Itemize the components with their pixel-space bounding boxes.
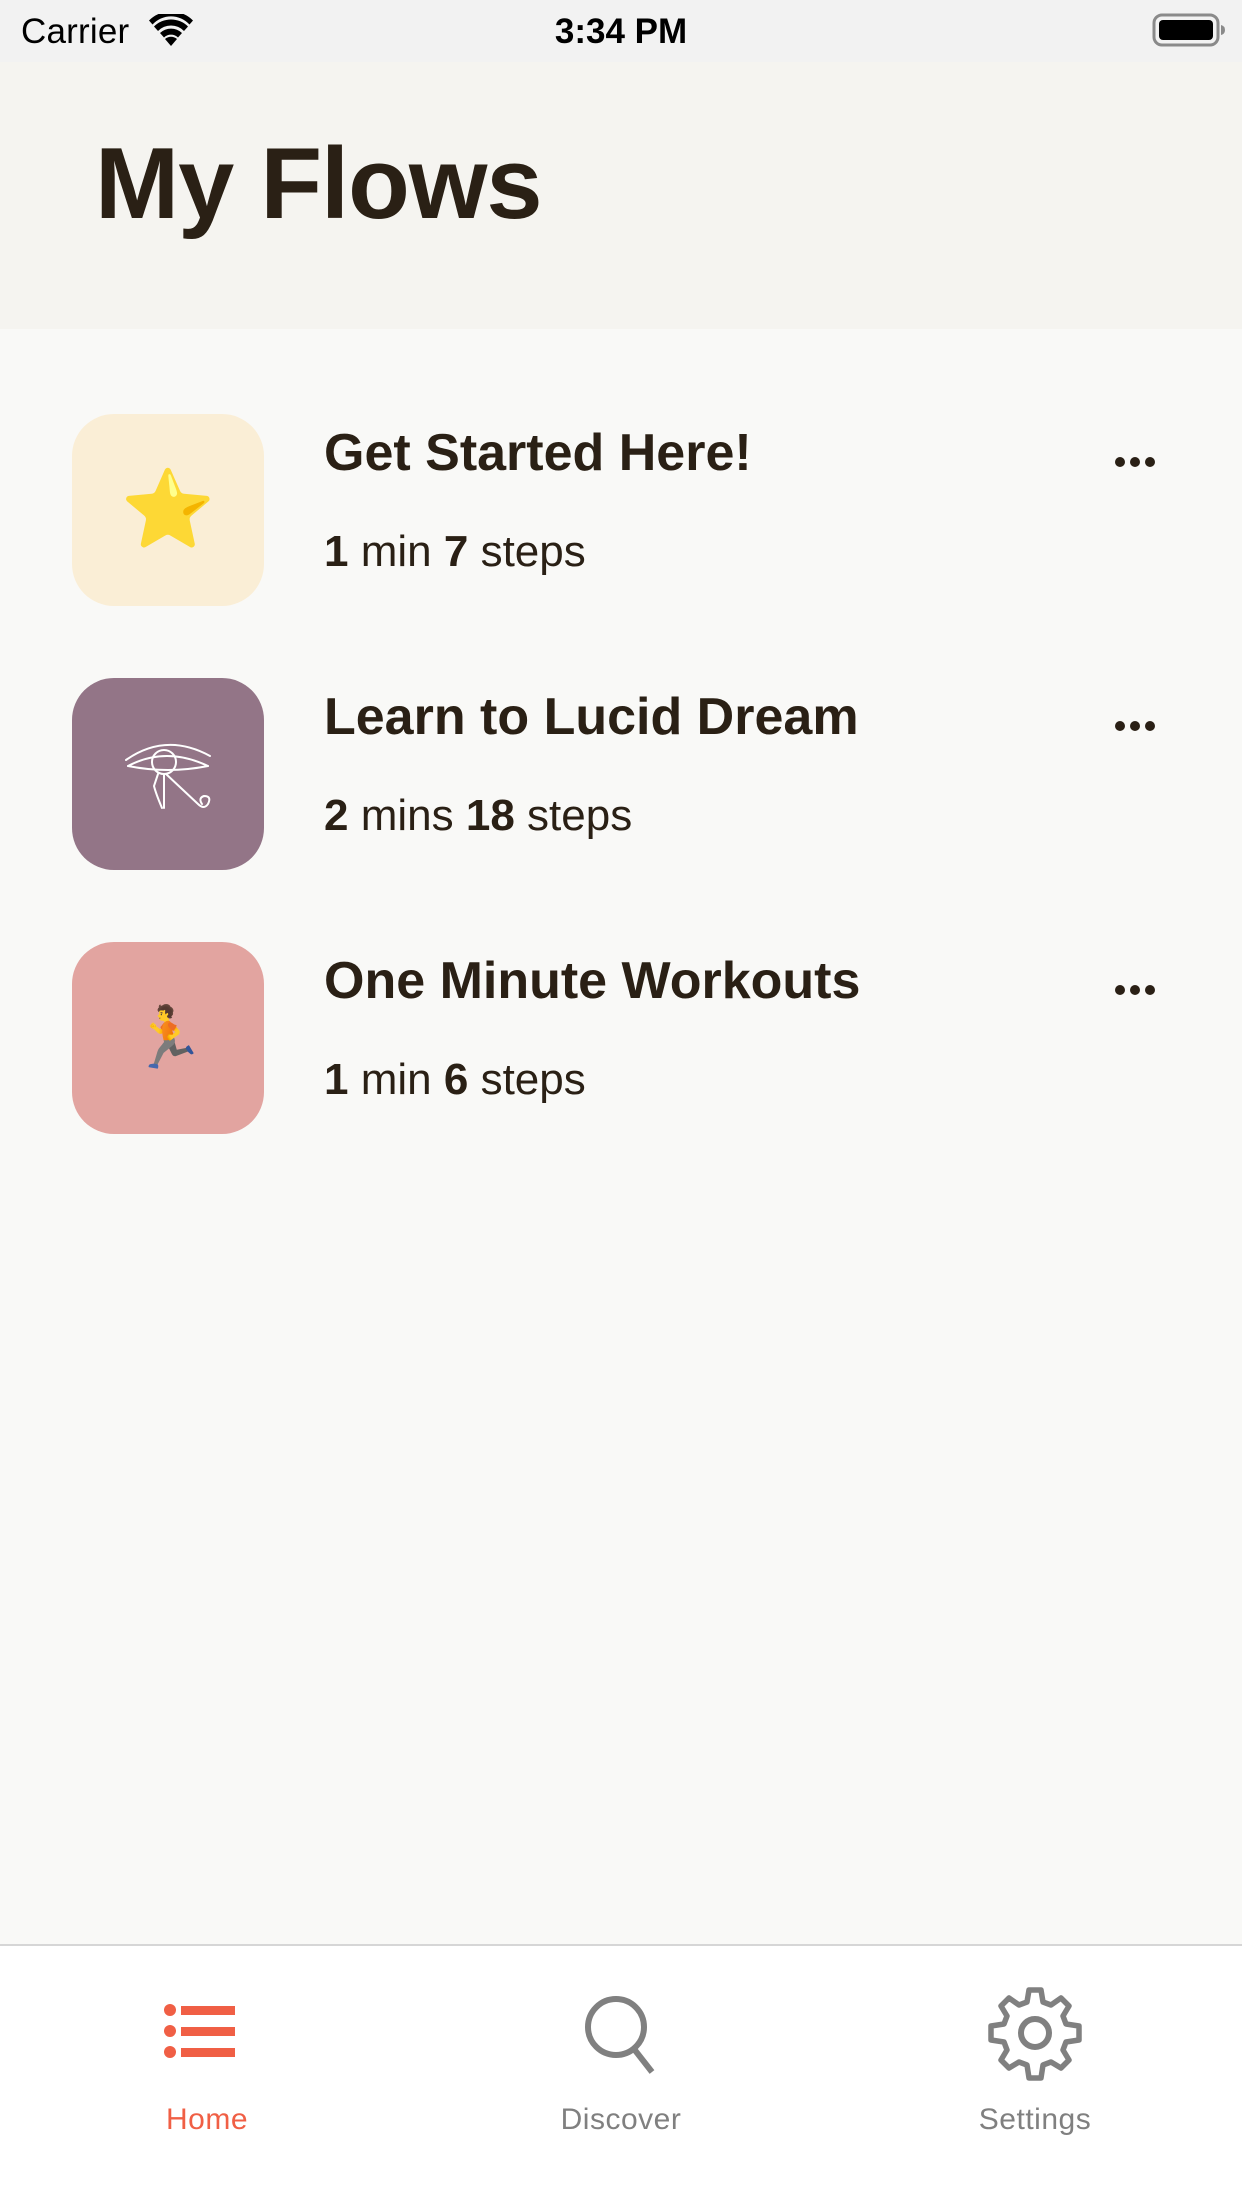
flow-title: Get Started Here! <box>324 424 752 482</box>
runner-icon: 🏃 <box>130 1004 206 1071</box>
duration-unit: mins <box>360 791 454 840</box>
steps-unit: steps <box>480 527 586 576</box>
clock: 3:34 PM <box>554 12 688 51</box>
more-button[interactable] <box>1100 698 1170 754</box>
more-icon-dot <box>1130 721 1140 731</box>
more-icon-dot <box>1115 721 1125 731</box>
more-icon-dot <box>1145 721 1155 731</box>
tab-bar: Home Discover Settings <box>0 1944 1242 2208</box>
list-icon <box>164 2004 235 2058</box>
flow-title: One Minute Workouts <box>324 952 861 1010</box>
battery-icon <box>1152 13 1225 47</box>
more-icon-dot <box>1115 985 1125 995</box>
flow-meta: 2 mins 18 steps <box>324 790 632 843</box>
search-icon <box>585 1996 655 2074</box>
star-icon: ⭐ <box>120 467 216 552</box>
more-icon-dot <box>1145 985 1155 995</box>
flow-title: Learn to Lucid Dream <box>324 688 859 746</box>
tab-discover[interactable]: Discover <box>414 1946 828 2208</box>
steps-value: 6 <box>443 1055 469 1104</box>
duration-value: 1 <box>324 527 349 576</box>
tab-settings[interactable]: Settings <box>828 1946 1242 2208</box>
tab-label: Discover <box>560 2103 682 2136</box>
tab-label: Settings <box>978 2103 1092 2136</box>
flow-icon-tile: ⭐ <box>72 414 264 606</box>
flow-meta: 1 min 6 steps <box>324 1054 586 1107</box>
flow-item-lucid-dream[interactable]: Learn to Lucid Dream 2 mins 18 steps <box>0 678 1242 878</box>
more-icon-dot <box>1115 457 1125 467</box>
page-title: My Flows <box>95 128 543 240</box>
duration-value: 2 <box>324 791 349 840</box>
steps-unit: steps <box>480 1055 586 1104</box>
flow-item-get-started[interactable]: ⭐ Get Started Here! 1 min 7 steps <box>0 414 1242 614</box>
tab-home[interactable]: Home <box>0 1946 414 2208</box>
gear-icon <box>988 1987 1082 2081</box>
steps-value: 7 <box>443 527 469 576</box>
tab-label: Home <box>165 2103 249 2136</box>
status-bar: Carrier 3:34 PM <box>0 0 1242 62</box>
eye-of-horus-icon <box>125 744 211 809</box>
more-button[interactable] <box>1100 962 1170 1018</box>
more-icon-dot <box>1130 985 1140 995</box>
duration-value: 1 <box>324 1055 349 1104</box>
header: My Flows <box>0 62 1242 329</box>
flow-icon-tile <box>72 678 264 870</box>
more-icon-dot <box>1130 457 1140 467</box>
steps-value: 18 <box>465 791 515 840</box>
duration-unit: min <box>360 527 432 576</box>
more-icon-dot <box>1145 457 1155 467</box>
steps-unit: steps <box>527 791 633 840</box>
duration-unit: min <box>360 1055 432 1104</box>
flow-meta: 1 min 7 steps <box>324 526 586 579</box>
flow-icon-tile: 🏃 <box>72 942 264 1134</box>
more-button[interactable] <box>1100 434 1170 490</box>
flow-item-one-minute-workouts[interactable]: 🏃 One Minute Workouts 1 min 6 steps <box>0 942 1242 1142</box>
